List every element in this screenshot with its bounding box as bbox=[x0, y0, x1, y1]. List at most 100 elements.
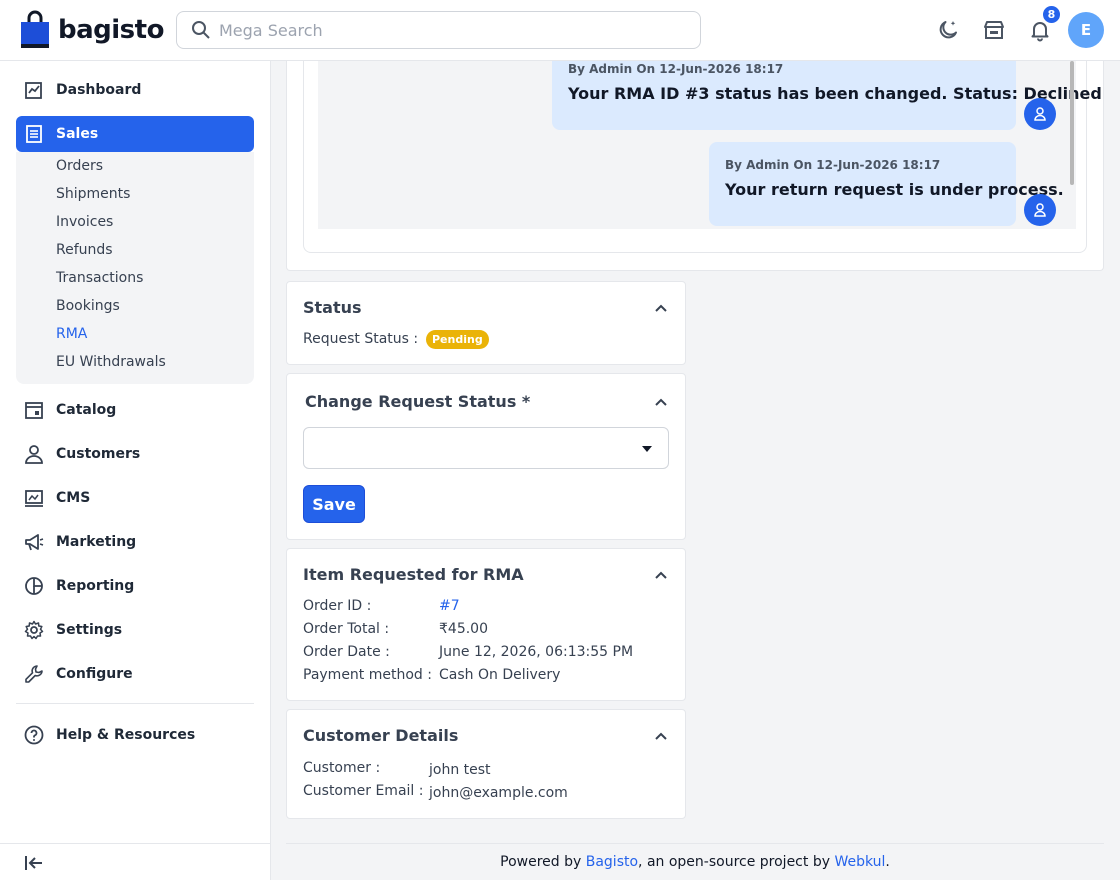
chevron-up-icon[interactable] bbox=[653, 567, 669, 583]
conversation-card: By Admin On 12-Jun-2026 18:17 Your RMA I… bbox=[286, 61, 1104, 271]
sales-submenu: Orders Shipments Invoices Refunds Transa… bbox=[16, 152, 254, 384]
sidebar-item-marketing[interactable]: Marketing bbox=[16, 524, 254, 560]
sidebar-item-label: Settings bbox=[56, 622, 123, 638]
customer-label: Customer : bbox=[303, 760, 381, 776]
item-requested-title: Item Requested for RMA bbox=[303, 565, 524, 584]
wrench-icon bbox=[24, 664, 44, 684]
sidebar-item-label: Customers bbox=[56, 446, 141, 462]
sidebar-item-dashboard[interactable]: Dashboard bbox=[16, 72, 254, 108]
catalog-icon bbox=[24, 400, 44, 420]
message-bubble: By Admin On 12-Jun-2026 18:17 Your retur… bbox=[709, 142, 1064, 226]
order-date-label: Order Date : bbox=[303, 644, 390, 660]
sidebar-item-configure[interactable]: Configure bbox=[16, 656, 254, 692]
message-text: Your return request is under process. bbox=[725, 180, 1064, 199]
sidebar-item-help[interactable]: Help & Resources bbox=[16, 717, 254, 753]
mega-search[interactable] bbox=[176, 11, 701, 49]
settings-gear-icon bbox=[24, 620, 44, 640]
submenu-item-refunds[interactable]: Refunds bbox=[56, 242, 113, 258]
status-title: Status bbox=[303, 298, 362, 317]
chevron-up-icon[interactable] bbox=[653, 728, 669, 744]
payment-method-value: Cash On Delivery bbox=[439, 667, 561, 683]
sidebar-item-cms[interactable]: CMS bbox=[16, 480, 254, 516]
submenu-item-shipments[interactable]: Shipments bbox=[56, 186, 130, 202]
logo[interactable]: bagisto bbox=[20, 10, 164, 50]
order-id-link[interactable]: #7 bbox=[439, 598, 460, 614]
footer-bagisto-link[interactable]: Bagisto bbox=[586, 854, 638, 870]
notification-count-badge: 8 bbox=[1041, 4, 1062, 25]
dashboard-icon bbox=[24, 80, 44, 100]
sidebar-bottom-divider bbox=[0, 843, 270, 844]
sidebar-item-label: CMS bbox=[56, 490, 91, 506]
logo-text: bagisto bbox=[58, 15, 164, 45]
reporting-icon bbox=[24, 576, 44, 596]
sidebar-item-customers[interactable]: Customers bbox=[16, 436, 254, 472]
message-text: Your RMA ID #3 status has been changed. … bbox=[568, 84, 1102, 103]
sidebar-divider bbox=[16, 703, 254, 704]
submenu-item-orders[interactable]: Orders bbox=[56, 158, 103, 174]
sidebar-item-label: Catalog bbox=[56, 402, 117, 418]
sidebar-item-label: Marketing bbox=[56, 534, 137, 550]
change-status-card: Change Request Status * Save bbox=[286, 373, 686, 540]
order-id-label: Order ID : bbox=[303, 598, 372, 614]
change-status-title: Change Request Status * bbox=[305, 392, 531, 411]
submenu-item-transactions[interactable]: Transactions bbox=[56, 270, 143, 286]
footer-webkul-link[interactable]: Webkul bbox=[834, 854, 885, 870]
conversation-scrollbar[interactable] bbox=[1070, 61, 1074, 185]
conversation-messages: By Admin On 12-Jun-2026 18:17 Your RMA I… bbox=[318, 61, 1102, 229]
submenu-item-invoices[interactable]: Invoices bbox=[56, 214, 113, 230]
storefront-icon[interactable] bbox=[981, 17, 1007, 43]
sidebar-item-catalog[interactable]: Catalog bbox=[16, 392, 254, 428]
dark-mode-icon[interactable] bbox=[935, 17, 961, 43]
request-status-label: Request Status : bbox=[303, 331, 419, 347]
footer: Powered by Bagisto, an open-source proje… bbox=[286, 843, 1104, 880]
order-date-value: June 12, 2026, 06:13:55 PM bbox=[439, 644, 634, 660]
search-icon bbox=[192, 21, 210, 39]
message-meta: By Admin On 12-Jun-2026 18:17 bbox=[725, 158, 941, 172]
sidebar: Dashboard Sales Orders Shipments Invoice… bbox=[0, 61, 271, 880]
sidebar-item-settings[interactable]: Settings bbox=[16, 612, 254, 648]
customer-value: john test bbox=[429, 762, 491, 778]
marketing-icon bbox=[24, 532, 44, 552]
footer-suffix: . bbox=[885, 854, 890, 870]
customers-icon bbox=[24, 444, 44, 464]
footer-middle: , an open-source project by bbox=[638, 854, 830, 870]
sidebar-item-label: Dashboard bbox=[56, 82, 142, 98]
order-total-label: Order Total : bbox=[303, 621, 390, 637]
sidebar-item-sales[interactable]: Sales bbox=[16, 116, 254, 152]
sidebar-item-label: Reporting bbox=[56, 578, 135, 594]
save-button[interactable]: Save bbox=[303, 485, 365, 523]
status-card: Status Request Status : Pending bbox=[286, 281, 686, 365]
sidebar-item-reporting[interactable]: Reporting bbox=[16, 568, 254, 604]
message-meta: By Admin On 12-Jun-2026 18:17 bbox=[568, 62, 784, 76]
footer-prefix: Powered by bbox=[500, 854, 582, 870]
sidebar-item-label: Sales bbox=[56, 126, 99, 142]
customer-details-title: Customer Details bbox=[303, 726, 459, 745]
payment-method-label: Payment method : bbox=[303, 667, 432, 683]
submenu-item-rma[interactable]: RMA bbox=[56, 326, 87, 342]
submenu-item-eu-withdrawals[interactable]: EU Withdrawals bbox=[56, 354, 166, 370]
sales-icon bbox=[24, 124, 44, 144]
help-icon bbox=[24, 725, 44, 745]
status-badge: Pending bbox=[426, 330, 489, 349]
customer-details-card: Customer Details Customer : john test Cu… bbox=[286, 709, 686, 819]
sidebar-item-label: Configure bbox=[56, 666, 133, 682]
submenu-item-bookings[interactable]: Bookings bbox=[56, 298, 120, 314]
customer-email-label: Customer Email : bbox=[303, 783, 424, 799]
shopping-bag-logo-icon bbox=[21, 10, 49, 48]
caret-down-icon bbox=[642, 446, 652, 452]
request-status-select[interactable] bbox=[303, 427, 669, 469]
message-bubble: By Admin On 12-Jun-2026 18:17 Your RMA I… bbox=[552, 61, 1102, 130]
sidebar-item-label: Help & Resources bbox=[56, 727, 196, 743]
top-header: bagisto 8 E bbox=[0, 0, 1120, 61]
collapse-sidebar-icon[interactable] bbox=[24, 853, 44, 873]
search-input[interactable] bbox=[219, 20, 679, 40]
chevron-up-icon[interactable] bbox=[653, 394, 669, 410]
user-avatar[interactable]: E bbox=[1068, 12, 1104, 48]
admin-avatar-icon bbox=[1024, 194, 1056, 226]
chevron-up-icon[interactable] bbox=[653, 300, 669, 316]
conversation-panel: By Admin On 12-Jun-2026 18:17 Your RMA I… bbox=[303, 61, 1102, 253]
order-total-value: ₹45.00 bbox=[439, 621, 488, 637]
cms-icon bbox=[24, 488, 44, 508]
customer-email-value: john@example.com bbox=[429, 785, 568, 801]
admin-avatar-icon bbox=[1024, 98, 1056, 130]
